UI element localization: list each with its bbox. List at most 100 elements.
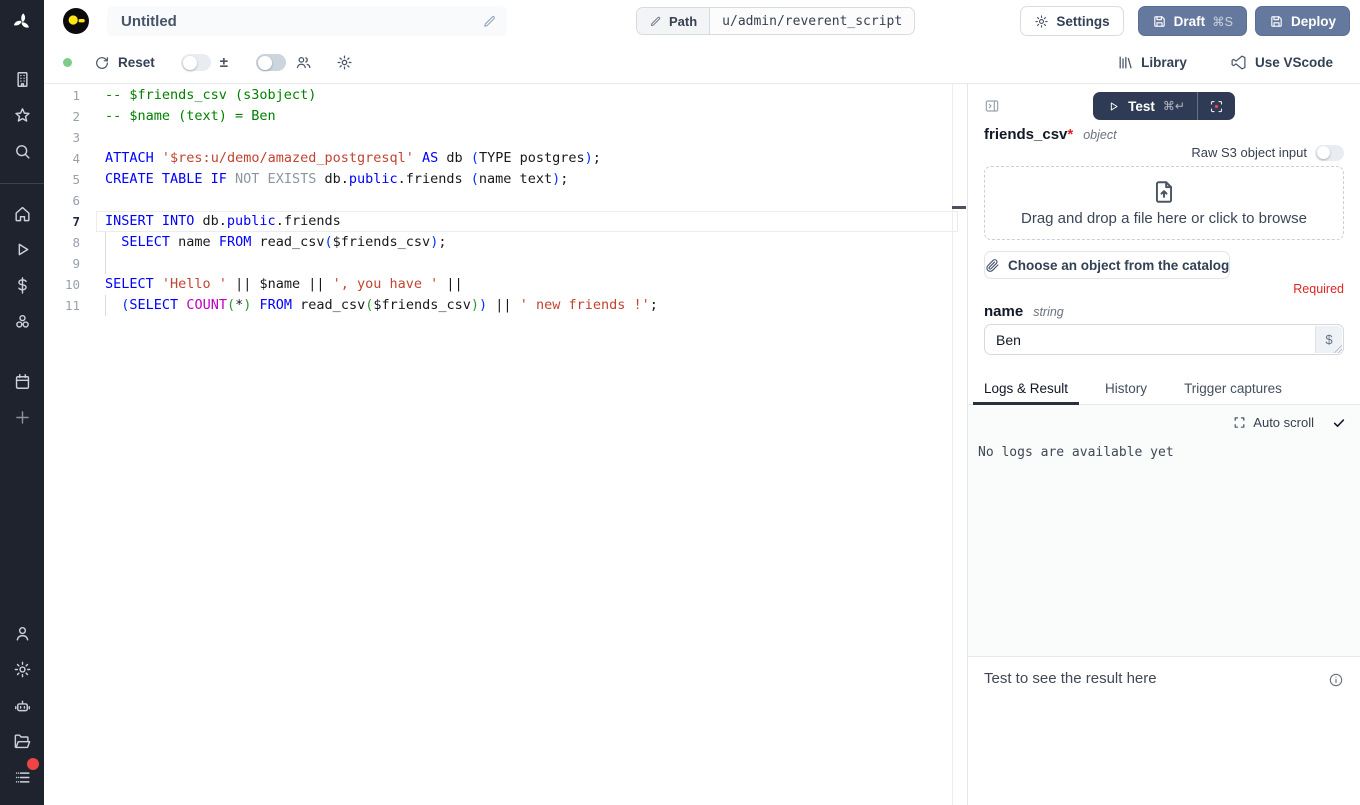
calendar-icon: [13, 372, 32, 391]
choose-catalog-object-button[interactable]: Choose an object from the catalog: [984, 251, 1230, 279]
gear-icon: [1034, 14, 1049, 29]
play-icon: [13, 240, 32, 259]
name-input[interactable]: [985, 325, 1343, 354]
folder-icon: [13, 732, 32, 751]
save-icon: [1152, 14, 1167, 29]
sidebar-item-workspace[interactable]: [0, 61, 44, 97]
code-line-2: -- $name (text) = Ben: [105, 106, 967, 127]
script-title: Untitled: [121, 13, 482, 30]
script-title-input[interactable]: Untitled: [107, 6, 507, 36]
home-icon: [13, 204, 32, 223]
overview-cursor-mark: [952, 206, 966, 209]
sidebar-item-folders[interactable]: [0, 723, 44, 759]
library-button[interactable]: Library: [1141, 55, 1187, 70]
capture-button[interactable]: [1198, 92, 1235, 120]
settings-button[interactable]: Settings: [1020, 6, 1123, 36]
plus-minus-icon: ±: [220, 54, 228, 71]
sidebar-item-workers[interactable]: [0, 687, 44, 723]
raw-s3-toggle[interactable]: [1315, 145, 1344, 161]
connection-status-dot: [63, 58, 72, 67]
library-icon: [1117, 54, 1134, 71]
sidebar-item-account[interactable]: [0, 615, 44, 651]
sidebar-item-favorites[interactable]: [0, 97, 44, 133]
check-icon[interactable]: [1332, 416, 1346, 430]
sidebar-item-variables[interactable]: [0, 267, 44, 303]
auto-scroll-label[interactable]: Auto scroll: [1253, 415, 1314, 430]
star-icon: [13, 106, 32, 125]
main-area: Untitled Path u/admin/reverent_script Se…: [44, 0, 1360, 805]
dollar-icon: [13, 276, 32, 295]
reset-label[interactable]: Reset: [118, 55, 155, 70]
multiplayer-toggle[interactable]: [256, 54, 286, 71]
robot-icon: [13, 696, 32, 715]
test-button[interactable]: Test ⌘↵: [1093, 92, 1197, 120]
tab-logs-result[interactable]: Logs & Result: [984, 381, 1068, 404]
resize-handle[interactable]: [1333, 344, 1342, 353]
dropzone-label: Drag and drop a file here or click to br…: [1021, 210, 1307, 227]
sidebar-item-settings[interactable]: [0, 651, 44, 687]
sidebar-item-runs[interactable]: [0, 231, 44, 267]
resources-icon: [13, 312, 32, 331]
duckdb-language-icon[interactable]: [62, 7, 90, 35]
code-line-6: [105, 190, 967, 211]
expand-logs-icon[interactable]: [1233, 416, 1246, 429]
test-button-group: Test ⌘↵: [1093, 92, 1235, 120]
test-panel: Test ⌘↵ friends_csv* object Raw S3 objec: [967, 84, 1360, 805]
line-number: 4: [44, 148, 80, 169]
file-dropzone[interactable]: Drag and drop a file here or click to br…: [984, 166, 1344, 240]
play-icon: [1107, 100, 1120, 113]
code-line-8: SELECT name FROM read_csv($friends_csv);: [105, 232, 967, 253]
sidebar-item-resources[interactable]: [0, 303, 44, 339]
collapse-panel-icon[interactable]: [984, 98, 1000, 114]
edit-path-pencil-icon: [649, 15, 662, 28]
line-number-gutter: 1234567891011: [44, 85, 80, 316]
code-line-9: [105, 253, 967, 274]
windmill-logo[interactable]: [0, 0, 44, 44]
sidebar-item-schedules[interactable]: [0, 363, 44, 399]
line-number: 9: [44, 253, 80, 274]
line-number: 5: [44, 169, 80, 190]
notification-badge: [27, 758, 39, 770]
deploy-button[interactable]: Deploy: [1255, 6, 1350, 36]
path-editor[interactable]: Path u/admin/reverent_script: [636, 7, 915, 35]
draft-button[interactable]: Draft ⌘S: [1138, 6, 1247, 36]
line-number: 3: [44, 127, 80, 148]
editor-settings-gear-icon[interactable]: [336, 54, 353, 71]
list-icon: [13, 768, 32, 787]
reset-refresh-icon[interactable]: [94, 55, 110, 71]
sidebar-item-home[interactable]: [0, 195, 44, 231]
line-number: 2: [44, 106, 80, 127]
path-value: u/admin/reverent_script: [710, 8, 914, 34]
info-icon[interactable]: [1328, 672, 1344, 688]
topbar: Untitled Path u/admin/reverent_script Se…: [44, 0, 1360, 42]
sidebar-nav-main: [0, 195, 44, 435]
diff-mode-toggle[interactable]: [181, 54, 211, 71]
use-vscode-button[interactable]: Use VScode: [1255, 55, 1333, 70]
sidebar-item-search[interactable]: [0, 133, 44, 169]
code-line-4: ATTACH '$res:u/demo/amazed_postgresql' A…: [105, 148, 967, 169]
file-upload-icon: [1151, 179, 1177, 205]
search-icon: [13, 142, 32, 161]
sidebar-item-add[interactable]: [0, 399, 44, 435]
tab-history[interactable]: History: [1105, 381, 1147, 404]
raw-s3-label: Raw S3 object input: [1191, 145, 1307, 160]
required-asterisk: *: [1067, 126, 1073, 143]
code-line-5: CREATE TABLE IF NOT EXISTS db.public.fri…: [105, 169, 967, 190]
logs-empty-message: No logs are available yet: [978, 445, 1346, 460]
paperclip-icon: [985, 258, 1000, 273]
line-number: 8: [44, 232, 80, 253]
field-type: string: [1033, 305, 1064, 319]
plus-icon: [13, 408, 32, 427]
line-number: 1: [44, 85, 80, 106]
code-line-3: [105, 127, 967, 148]
sidebar-item-audit-logs[interactable]: [0, 759, 44, 795]
code-editor[interactable]: 1234567891011 -- $friends_csv (s3object)…: [44, 84, 967, 805]
edit-title-pencil-icon[interactable]: [482, 14, 497, 29]
code-line-10: SELECT 'Hello ' || $name || ', you have …: [105, 274, 967, 295]
users-icon: [295, 54, 312, 71]
sidebar-nav-top: [0, 44, 44, 169]
tab-trigger-captures[interactable]: Trigger captures: [1184, 381, 1282, 404]
line-number: 11: [44, 295, 80, 316]
building-icon: [13, 70, 32, 89]
code-line-1: -- $friends_csv (s3object): [105, 85, 967, 106]
